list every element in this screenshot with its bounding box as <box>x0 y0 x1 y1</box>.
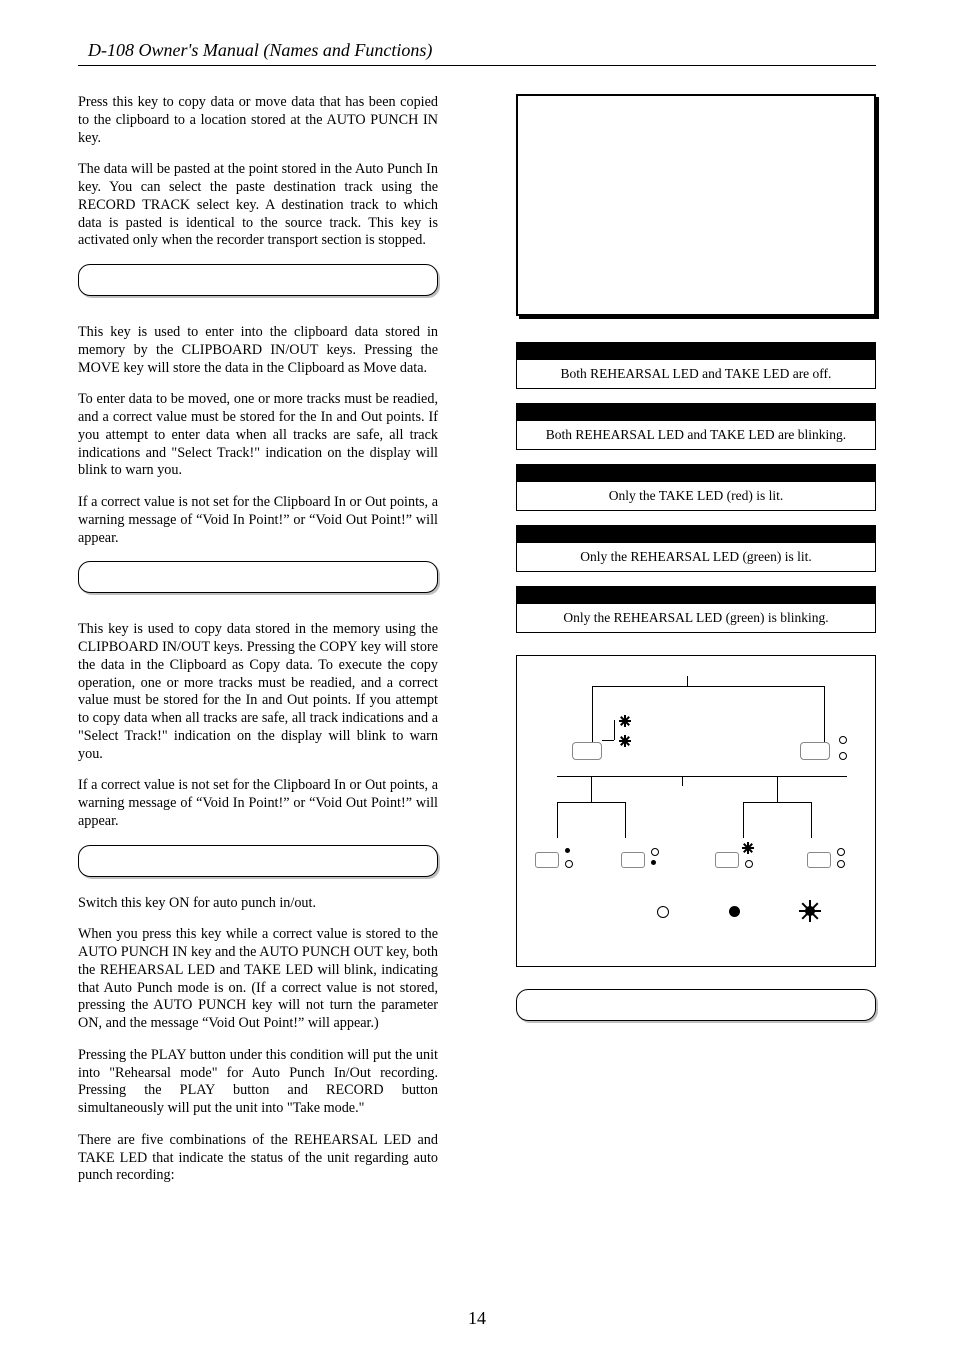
status-description: Both REHEARSAL LED and TAKE LED are off. <box>516 360 876 389</box>
key-icon <box>800 742 830 760</box>
status-description: Both REHEARSAL LED and TAKE LED are blin… <box>516 421 876 450</box>
status-row: Both REHEARSAL LED and TAKE LED are blin… <box>516 403 876 450</box>
diagram-line <box>625 802 626 838</box>
led-on-icon <box>651 860 656 865</box>
status-header-bar <box>516 342 876 360</box>
led-off-icon <box>651 848 659 856</box>
paragraph: This key is used to copy data stored in … <box>78 621 438 763</box>
paragraph: If a correct value is not set for the Cl… <box>78 494 438 547</box>
right-column: Both REHEARSAL LED and TAKE LED are off.… <box>516 94 876 1199</box>
auto-punch-key-icon <box>572 742 602 760</box>
running-head: D-108 Owner's Manual (Names and Function… <box>88 40 876 61</box>
diagram-line <box>592 686 593 746</box>
paragraph: To enter data to be moved, one or more t… <box>78 391 438 480</box>
paragraph: Switch this key ON for auto punch in/out… <box>78 895 438 913</box>
paragraph: When you press this key while a correct … <box>78 926 438 1033</box>
callout-box <box>78 561 438 593</box>
two-column-layout: Press this key to copy data or move data… <box>78 94 876 1199</box>
page-number: 14 <box>0 1308 954 1329</box>
paragraph: There are five combinations of the REHEA… <box>78 1132 438 1185</box>
diagram-line <box>811 802 812 838</box>
diagram-line <box>557 776 847 777</box>
page: D-108 Owner's Manual (Names and Function… <box>0 0 954 1351</box>
legend-led-off-icon <box>657 906 669 918</box>
led-off-icon <box>837 848 845 856</box>
status-description: Only the TAKE LED (red) is lit. <box>516 482 876 511</box>
status-row: Only the TAKE LED (red) is lit. <box>516 464 876 511</box>
diagram-line <box>557 802 625 803</box>
key-led-diagram <box>516 655 876 967</box>
status-row: Both REHEARSAL LED and TAKE LED are off. <box>516 342 876 389</box>
paragraph: Pressing the PLAY button under this cond… <box>78 1047 438 1118</box>
led-on-icon <box>565 848 570 853</box>
callout-box <box>78 264 438 296</box>
paragraph: This key is used to enter into the clipb… <box>78 324 438 377</box>
led-off-icon <box>565 860 573 868</box>
key-icon <box>715 852 739 868</box>
diagram-line <box>557 802 558 838</box>
diagram-line <box>591 776 592 802</box>
blink-icon <box>620 736 630 746</box>
status-header-bar <box>516 525 876 543</box>
led-lead <box>602 740 614 741</box>
legend-led-on-icon <box>729 906 740 917</box>
diagram-line <box>592 686 824 687</box>
paragraph: The data will be pasted at the point sto… <box>78 161 438 250</box>
paragraph: Press this key to copy data or move data… <box>78 94 438 147</box>
status-header-bar <box>516 586 876 604</box>
led-off-icon <box>839 752 847 760</box>
key-icon <box>535 852 559 868</box>
key-icon <box>807 852 831 868</box>
diagram-line <box>743 802 744 838</box>
led-off-icon <box>837 860 845 868</box>
diagram-line <box>824 686 825 746</box>
status-row: Only the REHEARSAL LED (green) is lit. <box>516 525 876 572</box>
tick <box>687 676 688 686</box>
status-row: Only the REHEARSAL LED (green) is blinki… <box>516 586 876 633</box>
lcd-panel-placeholder <box>516 94 876 316</box>
diagram-line <box>743 802 811 803</box>
status-description: Only the REHEARSAL LED (green) is lit. <box>516 543 876 572</box>
blink-icon <box>743 843 753 853</box>
blink-icon <box>620 716 630 726</box>
led-off-icon <box>839 736 847 744</box>
callout-box <box>78 845 438 877</box>
diagram-line <box>777 776 778 802</box>
legend-led-blink-icon <box>805 906 815 916</box>
status-header-bar <box>516 403 876 421</box>
key-icon <box>621 852 645 868</box>
callout-box <box>516 989 876 1021</box>
led-lead <box>614 720 615 740</box>
header-rule <box>78 65 876 66</box>
status-header-bar <box>516 464 876 482</box>
led-off-icon <box>745 860 753 868</box>
status-description: Only the REHEARSAL LED (green) is blinki… <box>516 604 876 633</box>
left-column: Press this key to copy data or move data… <box>78 94 438 1199</box>
diagram-line <box>682 776 683 786</box>
paragraph: If a correct value is not set for the Cl… <box>78 777 438 830</box>
